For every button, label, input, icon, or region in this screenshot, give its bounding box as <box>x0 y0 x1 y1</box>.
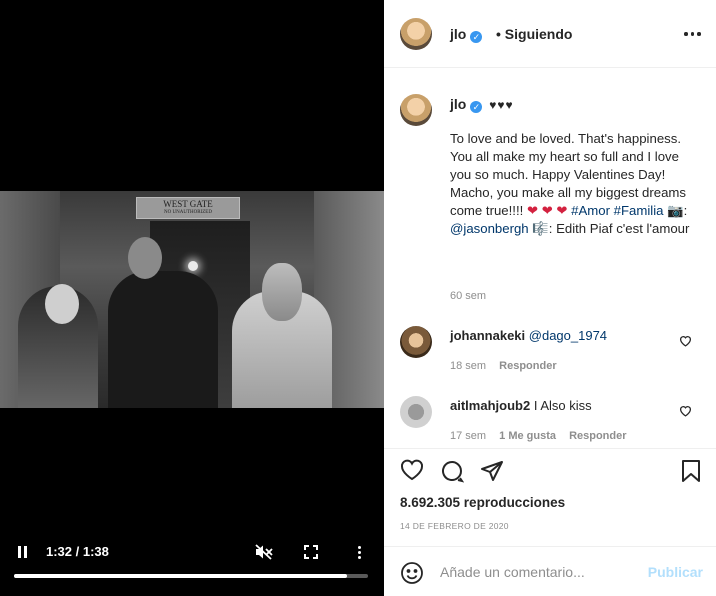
verified-icon: ✓ <box>470 101 483 113</box>
caption-username[interactable]: jlo <box>450 96 466 112</box>
view-count[interactable]: 8.692.305 reproducciones <box>400 495 565 510</box>
comment-time[interactable]: 18 sem <box>450 360 486 372</box>
bookmark-icon[interactable] <box>680 459 704 483</box>
publish-button[interactable]: Publicar <box>648 564 703 580</box>
caption-hearts: ♥♥♥ <box>489 98 514 112</box>
header-user: jlo ✓ <box>450 26 483 43</box>
following-button[interactable]: Siguiendo <box>505 26 573 42</box>
more-horizontal-icon[interactable] <box>683 32 703 36</box>
scene-person-right-head <box>262 263 302 321</box>
post-actions: 8.692.305 reproducciones 14 DE FEBRERO D… <box>384 448 716 548</box>
comment-line: johannakeki @dago_1974 <box>450 328 607 343</box>
scene-person-left-head <box>45 284 79 324</box>
scene-sign: WEST GATE NO UNAUTHORIZED <box>136 197 240 219</box>
comment-mention[interactable]: @dago_1974 <box>529 328 607 343</box>
comment-meta: 18 sem Responder <box>450 360 557 372</box>
post-side-panel: jlo ✓ • Siguiendo jlo ✓ ♥♥♥ To love and be… <box>384 0 716 596</box>
post-date: 14 DE FEBRERO DE 2020 <box>400 521 509 531</box>
hashtag-link[interactable]: #Amor <box>571 203 610 218</box>
scene-person-center-head <box>128 237 162 279</box>
follow-status[interactable]: • Siguiendo <box>496 26 572 42</box>
video-time: 1:32 / 1:38 <box>46 544 109 559</box>
commenter-avatar[interactable] <box>400 326 432 358</box>
caption-avatar[interactable] <box>400 94 432 126</box>
header-username[interactable]: jlo <box>450 26 466 42</box>
instagram-post-modal: WEST GATE NO UNAUTHORIZED 1:32 / 1:38 jl… <box>0 0 716 596</box>
fullscreen-icon[interactable] <box>304 544 318 560</box>
mute-icon[interactable] <box>255 544 273 560</box>
more-vertical-icon[interactable] <box>356 544 362 560</box>
heart-emoji: ❤ <box>526 203 539 218</box>
verified-icon: ✓ <box>470 31 483 43</box>
caption-timestamp[interactable]: 60 sem <box>450 290 486 302</box>
sign-subtext: NO UNAUTHORIZED <box>164 210 212 215</box>
video-controls: 1:32 / 1:38 <box>0 536 384 576</box>
heart-icon[interactable] <box>679 334 692 350</box>
camera-emoji: 📷 <box>667 203 684 218</box>
comment-text: I Also kiss <box>533 398 592 413</box>
pause-icon[interactable] <box>16 544 28 560</box>
video-progress-bar[interactable] <box>14 574 368 578</box>
music-emoji: 🎼 <box>532 221 549 236</box>
emoji-icon[interactable] <box>400 561 424 585</box>
mention-link[interactable]: @jasonbergh <box>450 221 529 236</box>
add-comment-bar: Publicar <box>384 546 716 596</box>
comment-likes[interactable]: 1 Me gusta <box>499 430 556 442</box>
video-frame[interactable]: WEST GATE NO UNAUTHORIZED <box>0 191 384 408</box>
comment-input[interactable] <box>440 559 640 585</box>
hashtag-link[interactable]: #Familia <box>614 203 664 218</box>
heart-icon[interactable] <box>679 404 692 420</box>
comment-time[interactable]: 17 sem <box>450 430 486 442</box>
comment-meta: 17 sem 1 Me gusta Responder <box>450 430 627 442</box>
heart-emoji: ❤ ❤ <box>541 203 568 218</box>
author-avatar[interactable] <box>400 18 432 50</box>
caption-colon: : <box>683 203 688 218</box>
commenter-avatar[interactable] <box>400 396 432 428</box>
reply-button[interactable]: Responder <box>569 430 626 442</box>
comment-username[interactable]: aitlmahjoub2 <box>450 398 530 413</box>
caption-body-end: : Edith Piaf c'est l'amour <box>548 221 690 236</box>
video-progress-fill <box>14 574 347 578</box>
header-separator: • <box>496 26 501 42</box>
comment-item: aitlmahjoub2 I Also kiss 17 sem 1 Me gus… <box>384 396 716 456</box>
video-player[interactable]: WEST GATE NO UNAUTHORIZED 1:32 / 1:38 <box>0 0 384 596</box>
scene-lamp <box>188 261 198 271</box>
heart-icon[interactable] <box>400 459 424 483</box>
comment-item: johannakeki @dago_1974 18 sem Responder <box>384 326 716 386</box>
comment-username[interactable]: johannakeki <box>450 328 525 343</box>
scene-person-center <box>108 271 218 408</box>
post-header: jlo ✓ • Siguiendo <box>384 0 716 68</box>
sign-text: WEST GATE <box>163 199 213 209</box>
comment-line: aitlmahjoub2 I Also kiss <box>450 398 592 413</box>
comment-icon[interactable] <box>440 459 465 483</box>
caption-user: jlo ✓ ♥♥♥ <box>450 96 514 113</box>
share-icon[interactable] <box>480 459 504 483</box>
reply-button[interactable]: Responder <box>499 360 556 372</box>
caption-text: To love and be loved. That's happiness. … <box>450 130 698 238</box>
